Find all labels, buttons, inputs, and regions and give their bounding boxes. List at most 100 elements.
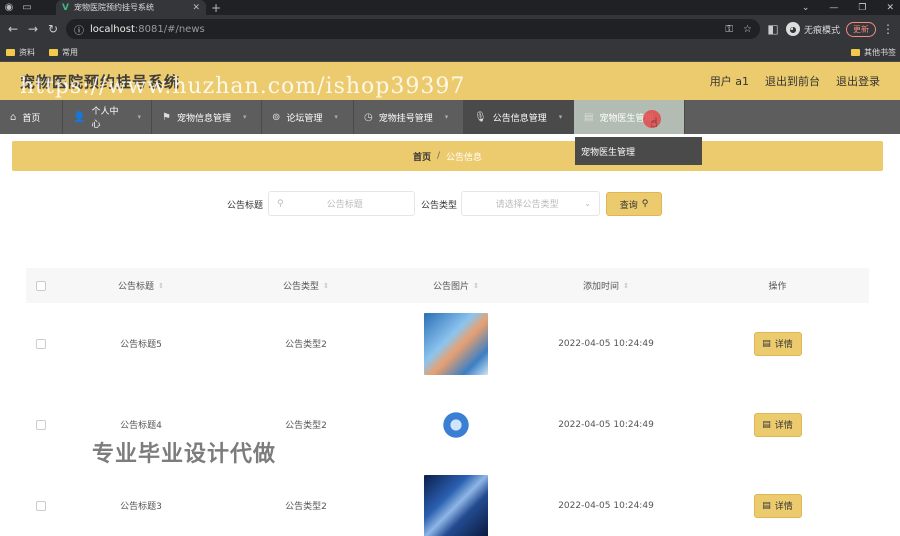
mouse-pointer-icon: ☝: [650, 116, 658, 131]
document-icon: ▤: [762, 338, 771, 349]
cell-type: 公告类型2: [285, 421, 327, 431]
bookmark-folder-other[interactable]: 其他书签: [851, 43, 896, 62]
forward-icon[interactable]: →: [26, 22, 40, 36]
search-icon: ⚲: [641, 199, 649, 209]
update-button[interactable]: 更新: [846, 21, 876, 37]
folder-icon: [6, 48, 15, 56]
header-time: 添加时间: [583, 282, 620, 292]
select-all-checkbox[interactable]: [36, 280, 46, 291]
document-icon: ▤: [762, 500, 771, 511]
cell-time: 2022-04-05 10:24:49: [558, 419, 654, 430]
caret-down-icon: ▾: [137, 113, 141, 121]
app-title: 宠物医院预约挂号系统: [20, 72, 181, 91]
type-select[interactable]: 请选择公告类型 ⌄: [461, 191, 600, 216]
header-title: 公告标题: [118, 282, 155, 292]
document-icon: ▤: [762, 419, 771, 430]
cell-time: 2022-04-05 10:24:49: [558, 500, 654, 511]
dropdown-item-doctor-manage[interactable]: 宠物医生管理: [575, 137, 702, 165]
url-path: :8081/#/news: [134, 23, 205, 35]
bookmark-folder-ziliao[interactable]: 资料: [6, 47, 35, 58]
sort-icon[interactable]: ⇕: [158, 282, 164, 290]
new-tab-icon[interactable]: +: [206, 0, 226, 15]
close-window-icon[interactable]: ✕: [886, 3, 894, 13]
row-checkbox[interactable]: [36, 419, 46, 430]
sort-icon[interactable]: ⇕: [473, 282, 479, 290]
folder-icon: [851, 49, 860, 56]
more-menu-icon[interactable]: ⋮: [882, 22, 894, 36]
breadcrumb-current: 公告信息: [446, 152, 483, 163]
home-icon: ⌂: [10, 111, 17, 123]
table-row: 公告标题3 公告类型2 2022-04-05 10:24:49 ▤ 详情: [26, 465, 869, 536]
url-host: localhost: [90, 23, 135, 35]
query-button[interactable]: 查询 ⚲: [606, 192, 662, 216]
bookmark-folder-changyong[interactable]: 常用: [49, 47, 78, 58]
caret-down-icon: ▾: [242, 113, 247, 121]
nav-item-notice[interactable]: 🎙 公告信息管理 ▾: [464, 100, 574, 134]
table-row: 公告标题5 公告类型2 2022-04-05 10:24:49 ▤ 详情: [26, 303, 869, 384]
clock-icon: ◷: [364, 111, 373, 123]
logout-link[interactable]: 退出登录: [836, 73, 880, 89]
folder-icon: [49, 48, 58, 56]
detail-button[interactable]: ▤ 详情: [753, 412, 802, 437]
table-row: 公告标题4 公告类型2 2022-04-05 10:24:49 ▤ 详情: [26, 384, 869, 465]
cell-title: 公告标题5: [120, 340, 162, 350]
chevron-down-icon: ⌄: [584, 199, 591, 208]
incognito-indicator[interactable]: ◕ 无痕模式: [785, 22, 840, 36]
vue-logo-icon: V: [62, 2, 69, 13]
detail-button[interactable]: ▤ 详情: [753, 331, 802, 356]
key-icon[interactable]: ⚿: [725, 24, 733, 35]
minimize-icon[interactable]: —: [829, 3, 838, 13]
row-checkbox[interactable]: [36, 500, 46, 511]
type-filter-label: 公告类型: [421, 201, 458, 211]
nav-item-profile[interactable]: 👤 个人中心 ▾: [63, 100, 152, 134]
nav-item-doctor[interactable]: ▤ 宠物医生管理: [574, 100, 685, 134]
restore-icon[interactable]: ❐: [858, 3, 866, 13]
browser-profile-icon[interactable]: ◉: [0, 0, 18, 15]
browser-toolbar: ← → ↻ ⓘ localhost:8081/#/news ⚿ ☆ ◧ ◕ 无痕…: [0, 15, 900, 43]
breadcrumb-separator: /: [436, 151, 441, 161]
reload-icon[interactable]: ↻: [46, 22, 60, 36]
app-header: 宠物医院预约挂号系统 https://www.huzhan.com/ishop3…: [0, 62, 900, 100]
nav-item-pet-info[interactable]: ⚑ 宠物信息管理 ▾: [152, 100, 262, 134]
cell-type: 公告类型2: [285, 340, 327, 350]
search-icon: ⚲: [277, 198, 284, 209]
bookmarks-bar: 资料 常用 其他书签: [0, 43, 900, 62]
back-to-front-link[interactable]: 退出到前台: [765, 73, 820, 89]
star-icon[interactable]: ☆: [743, 24, 752, 35]
back-icon[interactable]: ←: [6, 22, 20, 36]
address-input[interactable]: ⓘ localhost:8081/#/news ⚿ ☆: [66, 19, 760, 39]
row-checkbox[interactable]: [36, 338, 46, 349]
notice-image: [424, 474, 488, 536]
header-op: 操作: [768, 282, 787, 292]
header-image: 公告图片: [433, 282, 470, 292]
chevron-down-icon[interactable]: ⌄: [802, 3, 810, 13]
breadcrumb-home[interactable]: 首页: [413, 150, 431, 163]
forum-icon: ⊚: [272, 111, 281, 123]
close-icon[interactable]: ✕: [192, 3, 200, 13]
current-user: 用户 a1: [709, 75, 749, 88]
table-header: 公告标题 ⇕ 公告类型 ⇕ 公告图片 ⇕ 添加时间 ⇕ 操作: [26, 268, 869, 303]
main-nav: ⌂ 首页 👤 个人中心 ▾ ⚑ 宠物信息管理 ▾ ⊚ 论坛管理 ▾ ◷ 宠物挂号…: [0, 100, 900, 134]
nav-item-home[interactable]: ⌂ 首页: [0, 100, 63, 134]
header-type: 公告类型: [283, 282, 320, 292]
main-content: 公告标题 ⚲ 公告标题 公告类型 请选择公告类型 ⌄ 查询 ⚲ 公告标题 ⇕ 公告…: [12, 176, 883, 536]
window-controls: ⌄ — ❐ ✕: [802, 0, 894, 15]
user-icon: 👤: [73, 111, 86, 123]
sidepanel-icon[interactable]: ◧: [766, 22, 780, 36]
sort-icon[interactable]: ⇕: [323, 282, 329, 290]
search-form: 公告标题 ⚲ 公告标题 公告类型 请选择公告类型 ⌄ 查询 ⚲: [12, 191, 883, 217]
browser-tab[interactable]: V 宠物医院预约挂号系统 ✕: [56, 0, 206, 15]
sort-icon[interactable]: ⇕: [623, 282, 629, 290]
cell-title: 公告标题3: [120, 502, 162, 512]
tab-search-icon[interactable]: ▭: [18, 0, 36, 15]
title-search-input[interactable]: ⚲ 公告标题: [268, 191, 415, 216]
cell-title: 公告标题4: [120, 421, 162, 431]
detail-button[interactable]: ▤ 详情: [753, 493, 802, 518]
nav-item-registration[interactable]: ◷ 宠物挂号管理 ▾: [354, 100, 464, 134]
title-filter-label: 公告标题: [227, 201, 264, 211]
notice-image: [424, 393, 488, 456]
info-icon[interactable]: ⓘ: [74, 22, 84, 37]
breadcrumb: 首页 / 公告信息: [12, 141, 883, 171]
nav-item-forum[interactable]: ⊚ 论坛管理 ▾: [262, 100, 354, 134]
tab-title: 宠物医院预约挂号系统: [73, 3, 154, 12]
